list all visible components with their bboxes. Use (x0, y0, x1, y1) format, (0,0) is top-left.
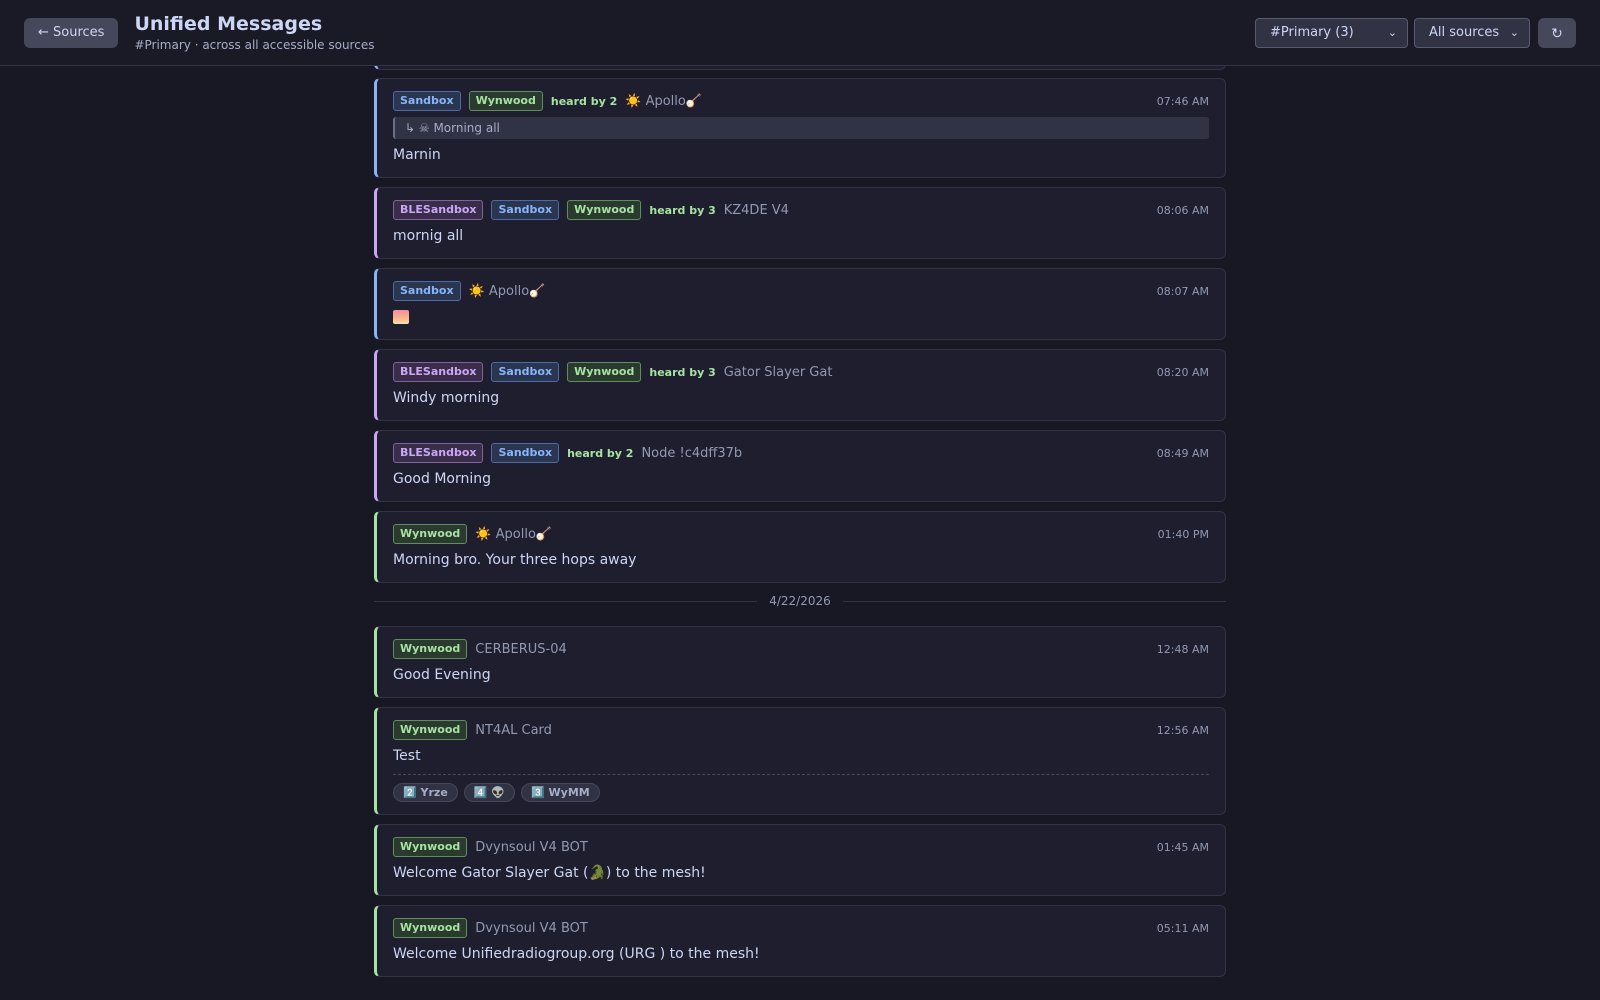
message-card: Wynwood ☀️ Apollo🪕 01:40 PM Morning bro.… (374, 511, 1226, 583)
message-text: Welcome Gator Slayer Gat (🐊) to the mesh… (393, 865, 706, 881)
source-tag-wynwood[interactable]: Wynwood (393, 720, 468, 740)
date-separator: 4/22/2026 (374, 592, 1226, 610)
message-sender: ☀️ Apollo🪕 (475, 526, 553, 542)
message-text (393, 307, 1209, 327)
message-meta: BLESandbox Sandbox heard by 2 Node !c4df… (393, 443, 1209, 463)
source-tag-wynwood[interactable]: Wynwood (393, 837, 468, 857)
message-sender: Dvynsoul V4 BOT (475, 839, 588, 855)
message-time: 05:11 AM (1156, 921, 1209, 935)
message-text: Test (393, 748, 421, 764)
message-meta: Sandbox ☀️ Apollo🪕 08:07 AM (393, 281, 1209, 301)
message-card: Wynwood Dvynsoul V4 BOT 01:45 AM Welcome… (374, 824, 1226, 896)
channel-select[interactable]: #Primary (3) ⌄ (1255, 17, 1408, 48)
message-sender: KZ4DE V4 (723, 202, 789, 218)
reaction-list: 2️⃣ Yrze 4️⃣ 👽 3️⃣ WyMM (393, 774, 1209, 802)
message-time: 12:48 AM (1156, 642, 1209, 656)
refresh-button[interactable]: ↻ (1538, 17, 1576, 48)
source-tag-sandbox[interactable]: Sandbox (491, 362, 560, 382)
source-tag-sandbox[interactable]: Sandbox (491, 443, 560, 463)
sunrise-emoji-icon (393, 310, 409, 324)
message-card: BLESandbox Sandbox heard by 2 Node !c4df… (374, 430, 1226, 502)
source-tag-sandbox[interactable]: Sandbox (393, 91, 461, 111)
source-tag-blesandbox[interactable]: BLESandbox (393, 443, 484, 463)
title-block: Unified Messages #Primary · across all a… (134, 13, 374, 52)
message-sender: NT4AL Card (475, 722, 552, 738)
message-meta: Wynwood Dvynsoul V4 BOT 01:45 AM (393, 837, 1209, 857)
message-time: 07:46 AM (1156, 94, 1209, 108)
message-text: Windy morning (393, 390, 500, 406)
message-sender: ☀️ Apollo🪕 (625, 93, 703, 109)
message-sender: CERBERUS-04 (475, 641, 567, 657)
message-time: 12:56 AM (1156, 723, 1209, 737)
source-tag-wynwood[interactable]: Wynwood (393, 918, 468, 938)
page-title: Unified Messages (134, 13, 323, 35)
source-tag-wynwood[interactable]: Wynwood (393, 639, 468, 659)
source-tag-blesandbox[interactable]: BLESandbox (393, 362, 484, 382)
chevron-down-icon: ⌄ (1387, 26, 1397, 39)
heard-by-count: heard by 3 (649, 203, 716, 217)
separator-line (842, 600, 1226, 602)
message-sender: Gator Slayer Gat (723, 364, 833, 380)
back-to-sources-button[interactable]: ← Sources (24, 17, 119, 48)
reaction-chip[interactable]: 2️⃣ Yrze (393, 783, 458, 802)
message-feed-content: Sandbox Wynwood heard by 2 ☀️ Apollo🪕 07… (374, 66, 1226, 986)
message-meta: Wynwood ☀️ Apollo🪕 01:40 PM (393, 524, 1209, 544)
source-tag-wynwood[interactable]: Wynwood (393, 524, 468, 544)
message-text: mornig all (393, 228, 464, 244)
reaction-chip[interactable]: 3️⃣ WyMM (521, 783, 600, 802)
message-text: Good Morning (393, 471, 491, 487)
message-meta: BLESandbox Sandbox Wynwood heard by 3 KZ… (393, 200, 1209, 220)
message-time: 08:07 AM (1156, 284, 1209, 298)
message-time: 08:20 AM (1156, 365, 1209, 379)
message-time: 08:06 AM (1156, 203, 1209, 217)
source-tag-blesandbox[interactable]: BLESandbox (393, 200, 484, 220)
page-subtitle: #Primary · across all accessible sources (134, 38, 375, 52)
top-bar: ← Sources Unified Messages #Primary · ac… (0, 0, 1600, 66)
message-meta: Wynwood NT4AL Card 12:56 AM (393, 720, 1209, 740)
message-card: Wynwood CERBERUS-04 12:48 AM Good Evenin… (374, 626, 1226, 698)
message-time: 01:45 AM (1156, 840, 1209, 854)
message-sender: ☀️ Apollo🪕 (468, 283, 546, 299)
message-card: Wynwood Dvynsoul V4 BOT 05:11 AM Welcome… (374, 905, 1226, 977)
message-meta: Wynwood Dvynsoul V4 BOT 05:11 AM (393, 918, 1209, 938)
message-card: Wynwood NT4AL Card 12:56 AM Test 2️⃣ Yrz… (374, 707, 1226, 815)
message-text: Marnin (393, 147, 441, 163)
message-text: Morning bro. Your three hops away (393, 552, 637, 568)
message-card-partial (374, 66, 1226, 70)
message-card: BLESandbox Sandbox Wynwood heard by 3 Ga… (374, 349, 1226, 421)
message-meta: Wynwood CERBERUS-04 12:48 AM (393, 639, 1209, 659)
message-feed[interactable]: Sandbox Wynwood heard by 2 ☀️ Apollo🪕 07… (374, 66, 1226, 1000)
heard-by-count: heard by 3 (649, 365, 716, 379)
source-tag-wynwood[interactable]: Wynwood (567, 362, 642, 382)
reply-quote[interactable]: ↳ ☠ Morning all (393, 117, 1209, 139)
source-select-value: All sources (1429, 25, 1500, 40)
message-time: 08:49 AM (1156, 446, 1209, 460)
message-text: Welcome Unifiedradiogroup.org (URG ) to … (393, 946, 760, 962)
source-tag-sandbox[interactable]: Sandbox (491, 200, 560, 220)
message-card: Sandbox ☀️ Apollo🪕 08:07 AM (374, 268, 1226, 340)
message-sender: Node !c4dff37b (641, 445, 743, 461)
message-card: Sandbox Wynwood heard by 2 ☀️ Apollo🪕 07… (374, 78, 1226, 178)
message-meta: BLESandbox Sandbox Wynwood heard by 3 Ga… (393, 362, 1209, 382)
message-time: 01:40 PM (1157, 527, 1209, 541)
source-tag-wynwood[interactable]: Wynwood (468, 91, 543, 111)
heard-by-count: heard by 2 (567, 446, 634, 460)
heard-by-count: heard by 2 (550, 94, 618, 108)
message-text: Good Evening (393, 667, 491, 683)
chevron-down-icon: ⌄ (1509, 26, 1519, 39)
message-card: BLESandbox Sandbox Wynwood heard by 3 KZ… (374, 187, 1226, 259)
channel-select-value: #Primary (3) (1270, 25, 1354, 40)
reaction-chip[interactable]: 4️⃣ 👽 (463, 783, 516, 802)
date-separator-label: 4/22/2026 (769, 594, 831, 608)
source-tag-wynwood[interactable]: Wynwood (567, 200, 642, 220)
separator-line (374, 600, 758, 602)
message-meta: Sandbox Wynwood heard by 2 ☀️ Apollo🪕 07… (393, 91, 1209, 111)
message-sender: Dvynsoul V4 BOT (475, 920, 588, 936)
source-select[interactable]: All sources ⌄ (1414, 17, 1530, 48)
source-tag-sandbox[interactable]: Sandbox (393, 281, 461, 301)
